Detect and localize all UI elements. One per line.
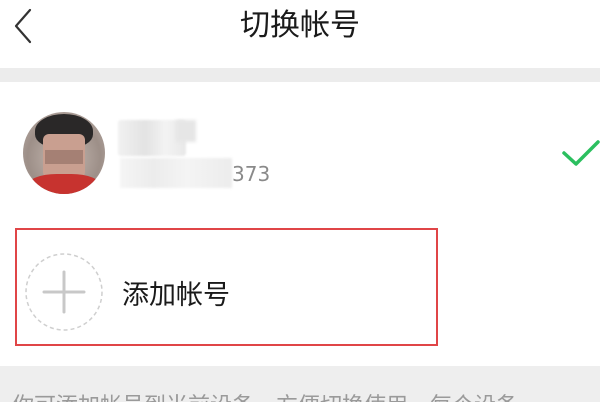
page-title: 切换帐号 xyxy=(240,8,360,43)
section-divider xyxy=(0,68,600,82)
footer-note: 你可添加帐号到当前设备，方便切换使用，每个设备 xyxy=(12,388,518,402)
plus-icon xyxy=(25,253,103,331)
account-name-blurred-part xyxy=(176,120,196,142)
avatar xyxy=(23,112,105,194)
add-account-label: 添加帐号 xyxy=(122,280,230,311)
check-icon xyxy=(562,140,600,166)
header-bar: 切换帐号 xyxy=(0,0,600,68)
footer-note-section: 你可添加帐号到当前设备，方便切换使用，每个设备 xyxy=(0,366,600,402)
account-id-suffix: 373 xyxy=(232,162,271,186)
account-id-blurred xyxy=(120,158,232,188)
